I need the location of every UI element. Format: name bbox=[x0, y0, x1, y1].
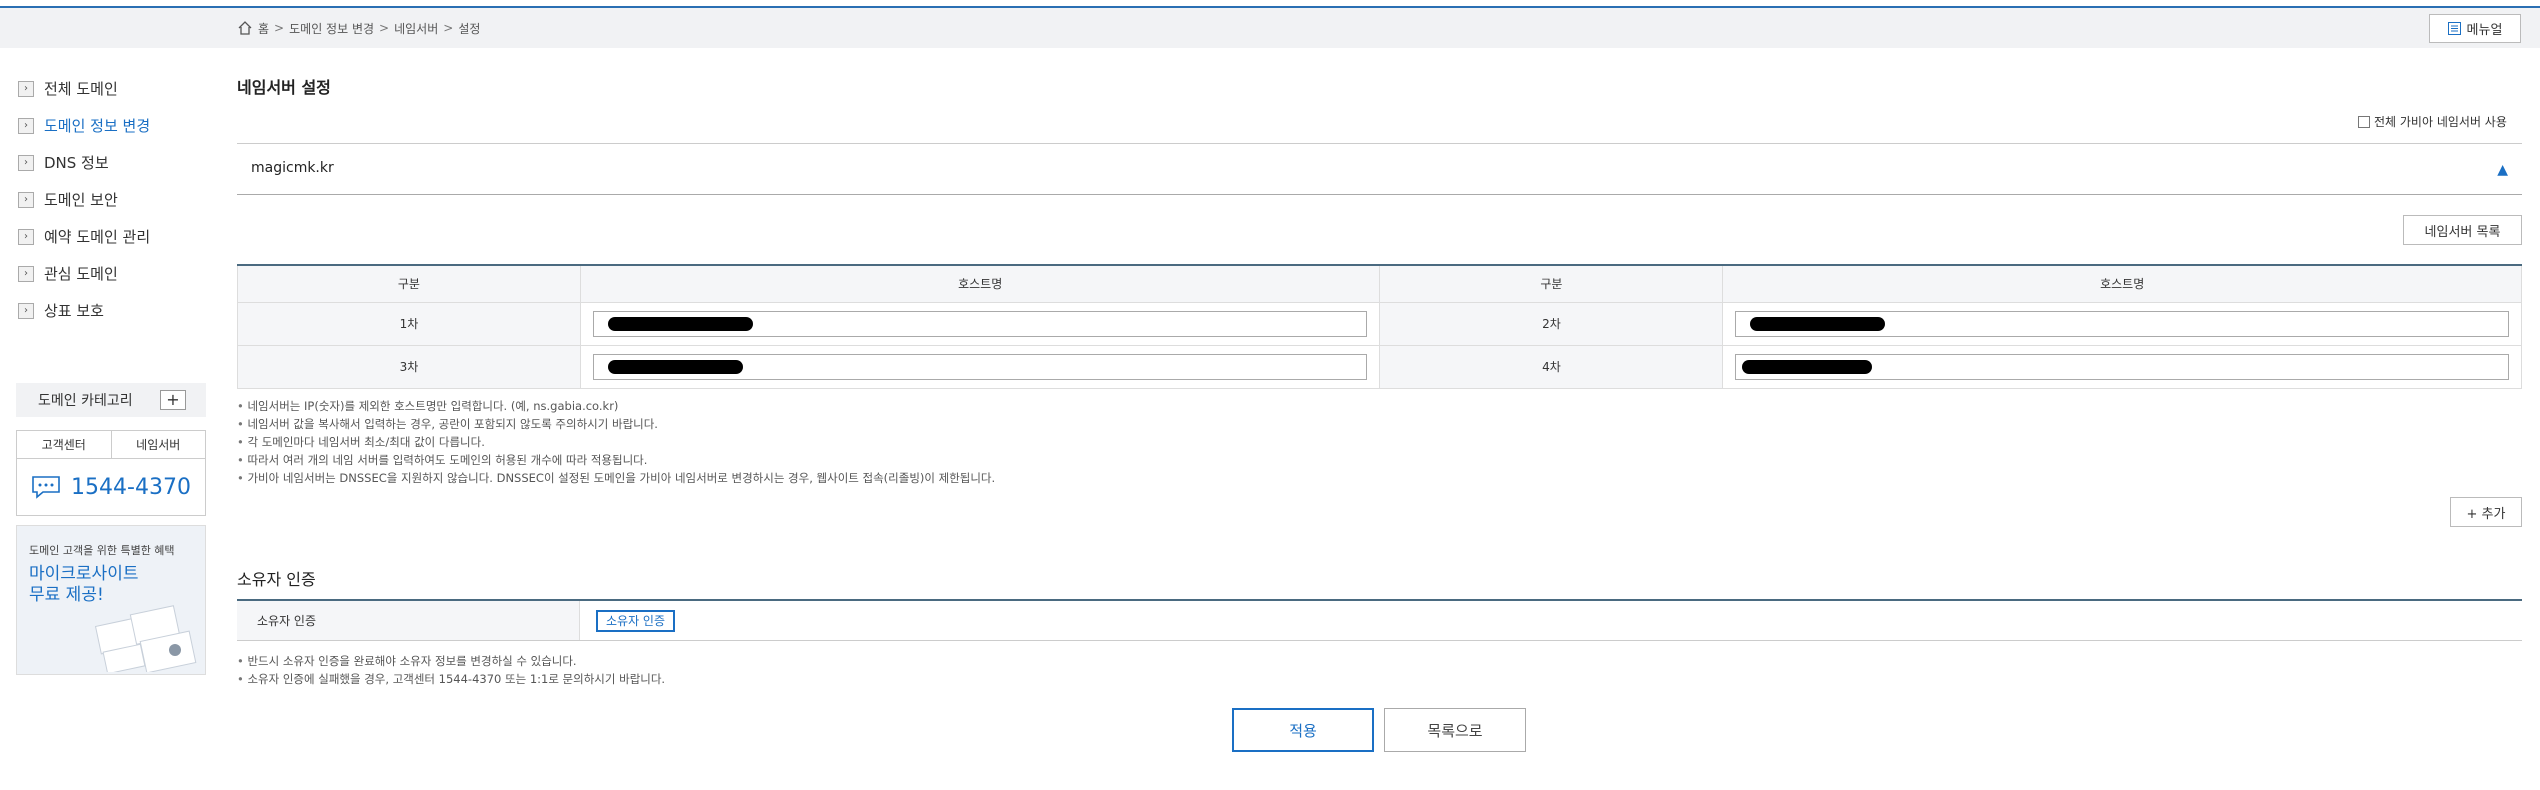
collapse-triangle-icon[interactable]: ▲ bbox=[2497, 162, 2508, 178]
column-header: 구분 bbox=[237, 265, 581, 303]
ns-host-cell bbox=[579, 301, 1381, 346]
table-row: 3차 4차 bbox=[237, 344, 2522, 389]
domain-category: 도메인 카테고리 + bbox=[16, 383, 206, 417]
column-header: 호스트명 bbox=[579, 265, 1381, 303]
breadcrumb-separator: > bbox=[379, 21, 390, 35]
promo-illustration bbox=[94, 605, 197, 672]
add-nameserver-button[interactable]: + 추가 bbox=[2450, 497, 2522, 527]
owner-auth-label: 소유자 인증 bbox=[237, 601, 580, 640]
ns-host-cell bbox=[579, 344, 1381, 389]
sidebar-item-label: 전체 도메인 bbox=[44, 80, 118, 98]
promo-subtitle: 도메인 고객을 위한 특별한 혜택 bbox=[29, 544, 175, 557]
owner-auth-button[interactable]: 소유자 인증 bbox=[596, 609, 676, 632]
apply-button[interactable]: 적용 bbox=[1232, 708, 1374, 752]
tab-nameserver[interactable]: 네임서버 bbox=[112, 431, 206, 458]
cs-phone-number: 1544-4370 bbox=[71, 474, 191, 500]
breadcrumb-separator: > bbox=[274, 21, 285, 35]
breadcrumb: 홈 > 도메인 정보 변경 > 네임서버 > 설정 bbox=[237, 18, 480, 38]
sidebar-nav: › 전체 도메인 › 도메인 정보 변경 › DNS 정보 › 도메인 보안 ›… bbox=[18, 70, 208, 329]
page-title: 네임서버 설정 bbox=[237, 78, 331, 97]
back-to-list-button[interactable]: 목록으로 bbox=[1384, 708, 1526, 752]
column-header: 구분 bbox=[1379, 265, 1724, 303]
sidebar-item-all-domains[interactable]: › 전체 도메인 bbox=[18, 70, 208, 107]
breadcrumb-separator: > bbox=[443, 21, 454, 35]
owner-auth-table: 소유자 인증 소유자 인증 bbox=[237, 599, 2522, 641]
ns-order-label: 1차 bbox=[237, 301, 581, 346]
owner-auth-title: 소유자 인증 bbox=[237, 570, 316, 589]
column-header: 호스트명 bbox=[1722, 265, 2522, 303]
table-row: 1차 2차 bbox=[237, 301, 2522, 346]
chat-bubble-icon bbox=[32, 476, 60, 499]
breadcrumb-home[interactable]: 홈 bbox=[258, 20, 269, 37]
chevron-right-icon: › bbox=[18, 80, 34, 97]
document-icon bbox=[2447, 22, 2461, 35]
customer-center-box: 고객센터 네임서버 1544-4370 bbox=[16, 430, 206, 516]
chevron-right-icon: › bbox=[18, 154, 34, 171]
breadcrumb-item-settings: 설정 bbox=[458, 21, 481, 36]
cs-tabs: 고객센터 네임서버 bbox=[17, 431, 205, 459]
sidebar-item-domain-security[interactable]: › 도메인 보안 bbox=[18, 181, 208, 218]
owner-auth-cell: 소유자 인증 bbox=[580, 601, 2522, 640]
add-category-button[interactable]: + bbox=[160, 390, 186, 410]
nameserver-notes: 네임서버는 IP(숫자)를 제외한 호스트명만 입력합니다. (예, ns.ga… bbox=[237, 397, 995, 487]
chevron-right-icon: › bbox=[18, 117, 34, 134]
sidebar-item-dns-info[interactable]: › DNS 정보 bbox=[18, 144, 208, 181]
sidebar-item-label: DNS 정보 bbox=[44, 154, 109, 172]
redacted-value bbox=[607, 316, 753, 331]
sidebar-item-reserved-domain[interactable]: › 예약 도메인 관리 bbox=[18, 218, 208, 255]
all-gabia-nameserver-option[interactable]: 전체 가비아 네임서버 사용 bbox=[2358, 113, 2507, 130]
redacted-value bbox=[1750, 316, 1886, 331]
chevron-right-icon: › bbox=[18, 265, 34, 282]
cs-phone: 1544-4370 bbox=[17, 459, 205, 515]
ns-host-cell bbox=[1722, 344, 2522, 389]
all-gabia-nameserver-checkbox[interactable] bbox=[2358, 115, 2370, 128]
ns4-host-input[interactable] bbox=[1735, 353, 2509, 380]
note-item: 각 도메인마다 네임서버 최소/최대 값이 다릅니다. bbox=[237, 433, 995, 451]
nameserver-table: 구분 호스트명 구분 호스트명 1차 2차 3차 4차 bbox=[237, 264, 2522, 389]
ns-order-label: 2차 bbox=[1379, 301, 1724, 346]
redacted-value bbox=[1742, 359, 1873, 374]
sidebar-item-label: 도메인 정보 변경 bbox=[44, 117, 151, 135]
sidebar-item-trademark[interactable]: › 상표 보호 bbox=[18, 292, 208, 329]
manual-button[interactable]: 메뉴얼 bbox=[2429, 14, 2521, 43]
nameserver-list-button[interactable]: 네임서버 목록 bbox=[2403, 215, 2522, 245]
sidebar-item-watch-domain[interactable]: › 관심 도메인 bbox=[18, 255, 208, 292]
note-item: 따라서 여러 개의 네임 서버를 입력하여도 도메인의 허용된 개수에 따라 적… bbox=[237, 451, 995, 469]
tab-customer-center[interactable]: 고객센터 bbox=[17, 431, 112, 458]
note-item: 반드시 소유자 인증을 완료해야 소유자 정보를 변경하실 수 있습니다. bbox=[237, 652, 665, 670]
ns-order-label: 3차 bbox=[237, 344, 581, 389]
microsite-promo-banner[interactable]: 도메인 고객을 위한 특별한 혜택 마이크로사이트 무료 제공! bbox=[16, 525, 206, 675]
sidebar-item-label: 관심 도메인 bbox=[44, 265, 118, 283]
chevron-right-icon: › bbox=[18, 302, 34, 319]
sidebar-item-label: 예약 도메인 관리 bbox=[44, 228, 151, 246]
redacted-value bbox=[607, 359, 743, 374]
breadcrumb-item-domain-info[interactable]: 도메인 정보 변경 bbox=[289, 20, 374, 37]
domain-header[interactable]: magicmk.kr ▲ bbox=[237, 143, 2522, 195]
chevron-right-icon: › bbox=[18, 228, 34, 245]
ns3-host-input[interactable] bbox=[592, 353, 1368, 380]
chevron-right-icon: › bbox=[18, 191, 34, 208]
ns1-host-input[interactable] bbox=[592, 310, 1368, 337]
owner-auth-notes: 반드시 소유자 인증을 완료해야 소유자 정보를 변경하실 수 있습니다. 소유… bbox=[237, 652, 665, 688]
domain-name: magicmk.kr bbox=[251, 160, 334, 176]
home-icon[interactable] bbox=[237, 20, 253, 36]
domain-category-label: 도메인 카테고리 bbox=[38, 393, 133, 409]
all-gabia-nameserver-label: 전체 가비아 네임서버 사용 bbox=[2374, 115, 2507, 129]
ns2-host-input[interactable] bbox=[1735, 310, 2509, 337]
sidebar-item-label: 상표 보호 bbox=[44, 302, 104, 320]
ns-host-cell bbox=[1722, 301, 2522, 346]
sidebar-item-domain-info-change[interactable]: › 도메인 정보 변경 bbox=[18, 107, 208, 144]
ns-order-label: 4차 bbox=[1379, 344, 1724, 389]
manual-label: 메뉴얼 bbox=[2466, 23, 2503, 38]
note-item: 소유자 인증에 실패했을 경우, 고객센터 1544-4370 또는 1:1로 … bbox=[237, 670, 665, 688]
note-item: 네임서버는 IP(숫자)를 제외한 호스트명만 입력합니다. (예, ns.ga… bbox=[237, 397, 995, 415]
sidebar-item-label: 도메인 보안 bbox=[44, 191, 118, 209]
note-item: 네임서버 값을 복사해서 입력하는 경우, 공란이 포함되지 않도록 주의하시기… bbox=[237, 415, 995, 433]
note-item: 가비아 네임서버는 DNSSEC을 지원하지 않습니다. DNSSEC이 설정된… bbox=[237, 469, 995, 487]
promo-title-line-1: 마이크로사이트 bbox=[29, 564, 139, 584]
breadcrumb-item-nameserver[interactable]: 네임서버 bbox=[394, 20, 438, 37]
